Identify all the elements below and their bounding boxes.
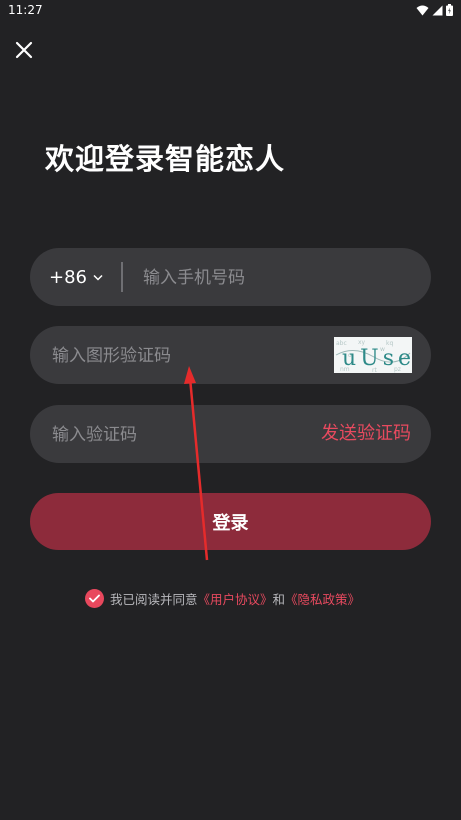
divider: [121, 262, 123, 292]
chevron-down-icon: [93, 274, 103, 281]
phone-input[interactable]: [141, 248, 415, 308]
country-code-selector[interactable]: +86: [49, 248, 103, 306]
status-icons: [416, 4, 453, 16]
svg-text:xy: xy: [358, 339, 366, 346]
send-code-button[interactable]: 发送验证码: [321, 405, 411, 463]
status-bar: 11:27: [0, 0, 461, 22]
check-icon: [89, 594, 100, 603]
captcha-image[interactable]: abc xy kq nm rt pz ow uUse: [334, 337, 412, 373]
captcha-input[interactable]: [50, 326, 334, 386]
phone-field: +86: [30, 248, 431, 308]
page-title: 欢迎登录智能恋人: [45, 142, 286, 176]
sms-code-input[interactable]: [50, 405, 304, 465]
agreement-prefix: 我已阅读并同意: [110, 592, 198, 607]
status-time: 11:27: [8, 3, 43, 17]
wifi-icon: [416, 5, 429, 15]
captcha-field: abcxykq nmrtpz ow uUse: [30, 326, 431, 386]
captcha-text: uUse: [342, 346, 412, 371]
login-button[interactable]: 登录: [30, 493, 431, 550]
privacy-policy-link[interactable]: 《隐私政策》: [285, 589, 360, 608]
sms-code-field: 发送验证码: [30, 405, 431, 465]
user-agreement-link[interactable]: 《用户协议》: [198, 589, 273, 608]
battery-icon: [446, 4, 453, 16]
agreement-checkbox[interactable]: [85, 589, 104, 608]
close-button[interactable]: [12, 38, 36, 62]
close-icon: [15, 41, 33, 59]
agreement: 我已阅读并同意 《用户协议》 和 《隐私政策》: [85, 589, 360, 608]
signal-icon: [432, 5, 443, 15]
agreement-and: 和: [272, 592, 286, 607]
country-code-label: +86: [49, 266, 87, 288]
